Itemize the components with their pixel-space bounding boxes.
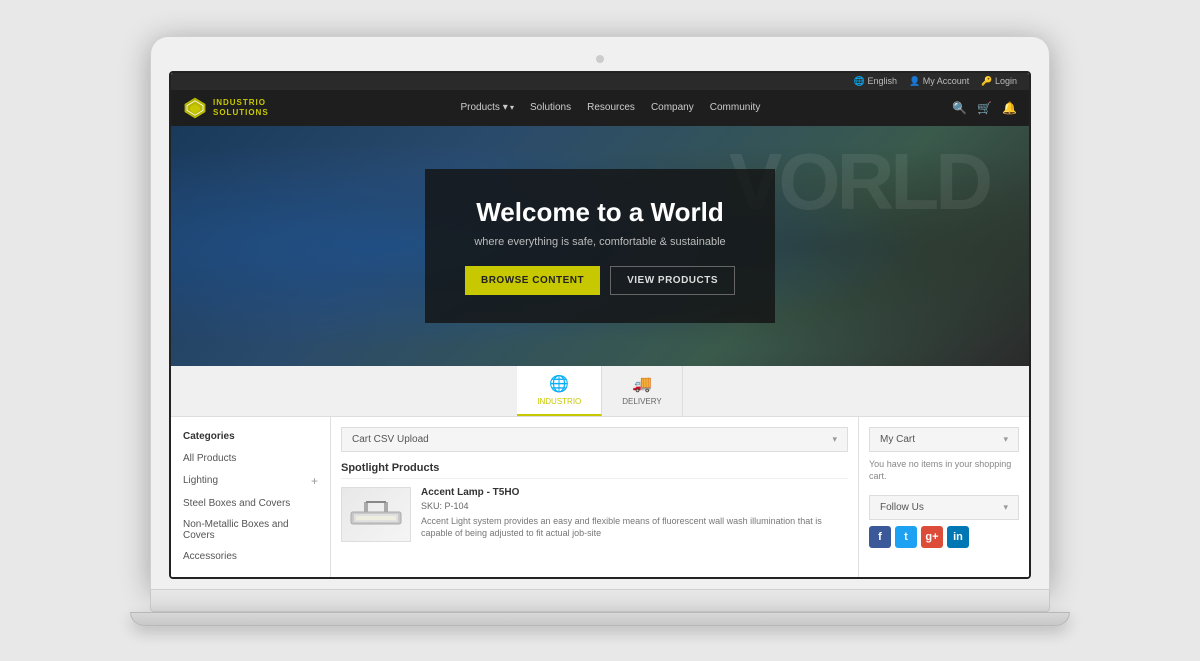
nav-icons: 🔍 🛒 🔔: [952, 101, 1017, 115]
logo-text: INDUSTRIO SOLUTIONS: [213, 98, 269, 117]
csv-chevron-icon: [832, 434, 837, 445]
tab-industrio[interactable]: 🌐 INDUSTRIO: [517, 366, 602, 416]
hero-section: VORLD Welcome to a World where everythin…: [171, 126, 1029, 366]
product-info: Accent Lamp - T5HO SKU: P-104 Accent Lig…: [421, 487, 848, 542]
login-link[interactable]: 🔑 Login: [981, 76, 1017, 87]
hero-buttons: BROWSE CONTENT VIEW PRODUCTS: [465, 266, 735, 295]
sidebar-item-accessories[interactable]: Accessories: [171, 546, 330, 567]
sidebar-title: Categories: [171, 427, 330, 448]
top-bar: 🌐 English 👤 My Account 🔑 Login: [171, 73, 1029, 90]
main-nav: Products ▾ Solutions Resources Company C…: [460, 102, 760, 113]
sidebar-item-all-products[interactable]: All Products: [171, 448, 330, 469]
language-selector[interactable]: 🌐 English: [854, 76, 897, 87]
nav-products[interactable]: Products ▾: [460, 102, 514, 113]
hero-title: Welcome to a World: [465, 197, 735, 228]
laptop-stand: [130, 612, 1070, 626]
spotlight-title: Spotlight Products: [341, 462, 848, 479]
sidebar-item-steel-boxes[interactable]: Steel Boxes and Covers: [171, 493, 330, 514]
delivery-icon: 🚚: [632, 374, 652, 394]
sidebar: Categories All Products Lighting + Steel…: [171, 417, 331, 577]
nav-resources[interactable]: Resources: [587, 102, 635, 113]
view-products-button[interactable]: VIEW PRODUCTS: [610, 266, 735, 295]
logo-icon: [183, 96, 207, 120]
googleplus-icon[interactable]: g+: [921, 526, 943, 548]
right-sidebar: My Cart You have no items in your shoppi…: [859, 417, 1029, 577]
cart-chevron-icon: [1003, 434, 1008, 445]
sidebar-item-non-metallic[interactable]: Non-Metallic Boxes and Covers: [171, 514, 330, 546]
product-card: Accent Lamp - T5HO SKU: P-104 Accent Lig…: [341, 487, 848, 542]
follow-header[interactable]: Follow Us: [869, 495, 1019, 520]
tab-industrio-label: INDUSTRIO: [537, 397, 581, 406]
follow-title: Follow Us: [880, 502, 924, 513]
cart-header[interactable]: My Cart: [869, 427, 1019, 452]
cart-title: My Cart: [880, 434, 915, 445]
linkedin-icon[interactable]: in: [947, 526, 969, 548]
csv-upload-label: Cart CSV Upload: [352, 434, 429, 445]
social-icons: f t g+ in: [869, 526, 1019, 548]
website: 🌐 English 👤 My Account 🔑 Login INDUSTRIO: [171, 73, 1029, 577]
search-icon[interactable]: 🔍: [952, 101, 967, 115]
product-lamp-icon: [346, 492, 406, 537]
product-image: [341, 487, 411, 542]
center-content: Cart CSV Upload Spotlight Products: [331, 417, 859, 577]
product-sku: SKU: P-104: [421, 501, 848, 511]
hero-card: Welcome to a World where everything is s…: [425, 169, 775, 323]
csv-upload-bar[interactable]: Cart CSV Upload: [341, 427, 848, 452]
lighting-expand-icon: +: [311, 474, 318, 488]
laptop-screen: 🌐 English 👤 My Account 🔑 Login INDUSTRIO: [169, 71, 1031, 579]
facebook-icon[interactable]: f: [869, 526, 891, 548]
industrio-icon: 🌐: [549, 374, 569, 394]
tab-row: 🌐 INDUSTRIO 🚚 DELIVERY: [171, 366, 1029, 417]
follow-chevron-icon: [1003, 502, 1008, 513]
sidebar-item-lighting[interactable]: Lighting +: [171, 469, 330, 493]
laptop-base: [150, 590, 1050, 612]
main-header: INDUSTRIO SOLUTIONS Products ▾ Solutions…: [171, 90, 1029, 126]
nav-solutions[interactable]: Solutions: [530, 102, 571, 113]
cart-icon[interactable]: 🛒: [977, 101, 992, 115]
twitter-icon[interactable]: t: [895, 526, 917, 548]
laptop-body: 🌐 English 👤 My Account 🔑 Login INDUSTRIO: [150, 36, 1050, 590]
browse-content-button[interactable]: BROWSE CONTENT: [465, 266, 600, 295]
cart-empty-message: You have no items in your shopping cart.: [869, 458, 1019, 483]
hero-subtitle: where everything is safe, comfortable & …: [465, 236, 735, 248]
tab-delivery[interactable]: 🚚 DELIVERY: [602, 366, 682, 416]
my-account-link[interactable]: 👤 My Account: [909, 76, 969, 87]
logo-area[interactable]: INDUSTRIO SOLUTIONS: [183, 96, 269, 120]
laptop-wrapper: 🌐 English 👤 My Account 🔑 Login INDUSTRIO: [150, 36, 1050, 626]
product-name: Accent Lamp - T5HO: [421, 487, 848, 498]
laptop-camera: [596, 55, 604, 63]
nav-community[interactable]: Community: [710, 102, 761, 113]
product-description: Accent Light system provides an easy and…: [421, 515, 848, 540]
main-content: Categories All Products Lighting + Steel…: [171, 417, 1029, 577]
notification-icon[interactable]: 🔔: [1002, 101, 1017, 115]
nav-company[interactable]: Company: [651, 102, 694, 113]
tab-delivery-label: DELIVERY: [622, 397, 661, 406]
